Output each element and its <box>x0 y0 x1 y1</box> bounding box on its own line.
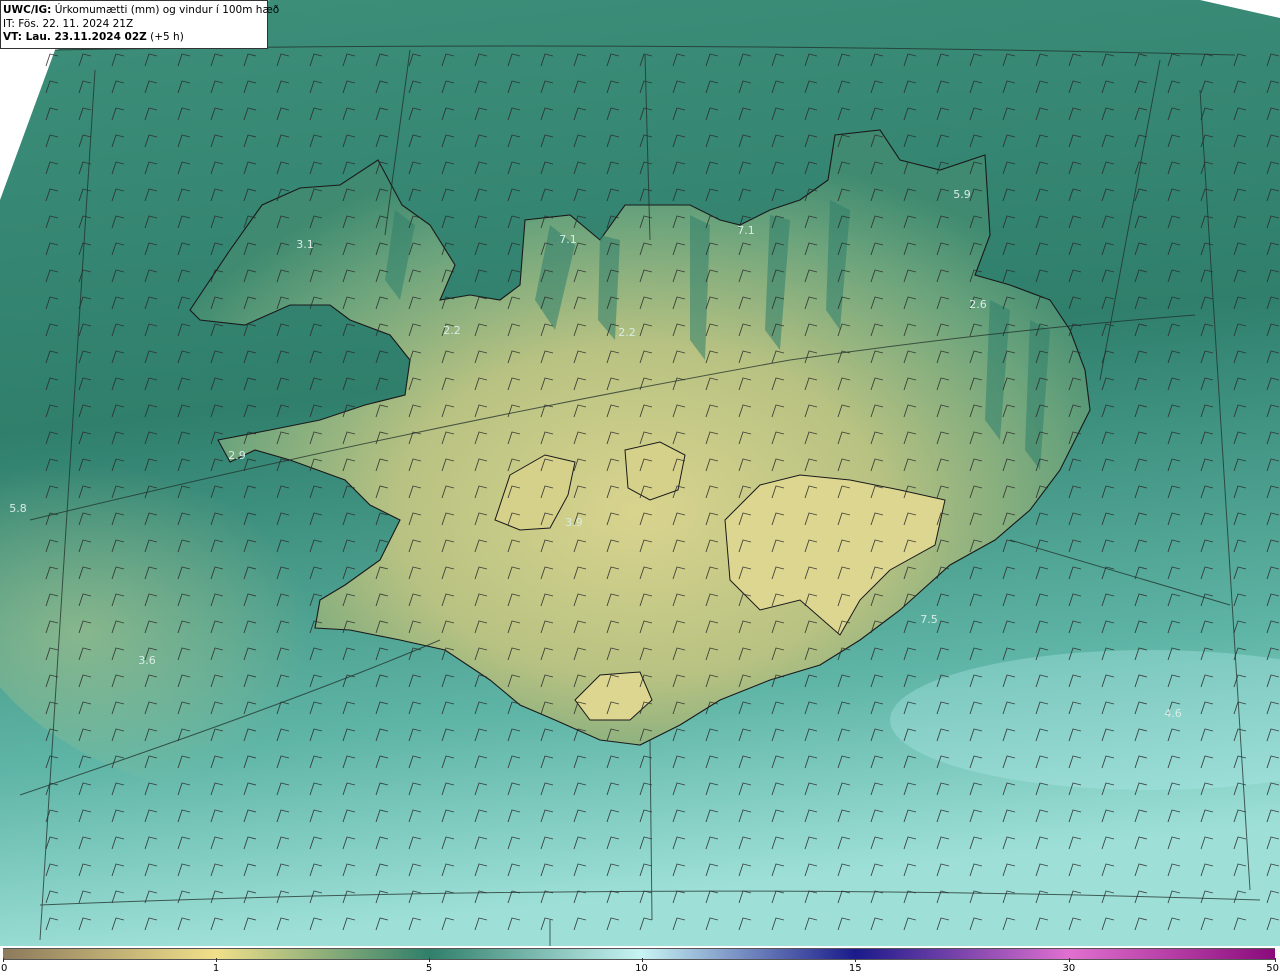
colorbar-tick-label: 10 <box>635 963 648 974</box>
colorbar-tick-label: 15 <box>848 963 862 974</box>
colorbar-tick <box>216 958 218 962</box>
colorbar-tick-label: 50 <box>1266 963 1279 974</box>
colorbar-tick-label: 5 <box>425 963 433 974</box>
colorbar-tick <box>1068 958 1070 962</box>
value-label: 2.2 <box>443 324 461 337</box>
precipitation-wind-map: 3.1 7.1 7.1 5.9 2.2 2.2 2.6 2.9 5.8 3.9 7.5 3.6 4.6 <box>0 0 1280 946</box>
colorbar-tick-label: 30 <box>1062 963 1076 974</box>
value-label: 2.2 <box>618 326 636 339</box>
map-title: Úrkomumætti (mm) og vindur í 100m hæð <box>54 4 280 16</box>
value-label: 3.9 <box>565 516 583 529</box>
value-label: 2.9 <box>228 449 246 462</box>
colorbar-tick <box>3 958 4 962</box>
value-label: 3.6 <box>138 654 156 667</box>
value-label: 4.6 <box>1164 707 1182 720</box>
valid-time: VT: Lau. 23.11.2024 02Z <box>3 31 147 43</box>
value-label: 7.5 <box>920 613 938 626</box>
value-label: 3.1 <box>296 238 314 251</box>
issue-time: IT: Fös. 22. 11. 2024 21Z <box>3 17 134 30</box>
colorbar-tick <box>429 958 431 962</box>
forecast-offset: (+5 h) <box>150 31 184 43</box>
info-box: UWC/IG: Úrkomumætti (mm) og vindur í 100… <box>0 0 279 49</box>
colorbar-tick-label: 1 <box>212 963 220 974</box>
colorbar-tick <box>1275 958 1276 962</box>
value-label: 5.9 <box>953 188 971 201</box>
colorbar-tick <box>855 958 857 962</box>
model-label: UWC/IG: <box>3 4 52 16</box>
value-label: 2.6 <box>969 298 987 311</box>
value-label: 7.1 <box>559 233 577 246</box>
colorbar-tick-label: 0 <box>1 963 8 974</box>
value-label: 7.1 <box>737 224 755 237</box>
colorbar: 0 1 5 10 15 30 50 <box>0 946 1280 978</box>
colorbar-tick <box>641 958 643 962</box>
value-label: 5.8 <box>9 502 27 515</box>
colorbar-strip <box>3 948 1275 960</box>
